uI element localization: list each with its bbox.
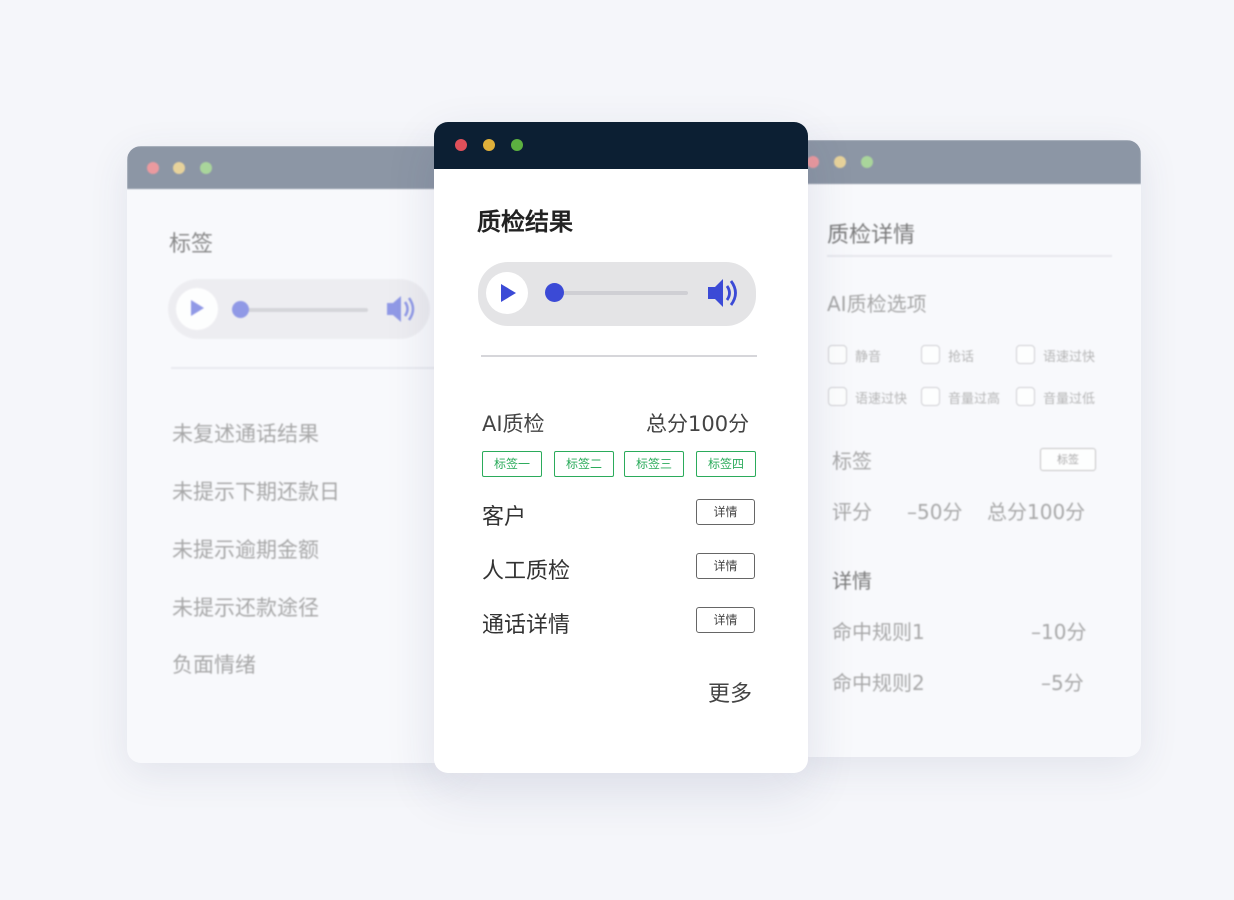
rule-score: –10分 [1031, 620, 1087, 644]
play-icon [191, 300, 204, 316]
play-button[interactable] [486, 272, 528, 314]
tag-label: 标签 [832, 449, 872, 473]
checkbox-icon[interactable] [1016, 345, 1035, 364]
rule-score: –5分 [1041, 671, 1084, 695]
maximize-dot[interactable] [861, 156, 873, 168]
option-label: 语速过快 [855, 392, 908, 407]
center-window-title: 质检结果 [477, 208, 573, 236]
minimize-dot[interactable] [173, 162, 185, 174]
score-value: –50分 [907, 500, 963, 524]
right-window: 质检详情 AI质检选项 静音 抢话 语速过快 语速过快 音量过高 音量过低 标签… [795, 140, 1141, 757]
tag-button[interactable]: 标签 [1040, 448, 1096, 471]
close-dot[interactable] [455, 139, 467, 151]
row-manual-qc-label: 人工质检 [482, 559, 571, 584]
minimize-dot[interactable] [834, 156, 846, 168]
center-titlebar [434, 122, 808, 169]
right-window-title: 质检详情 [827, 223, 916, 248]
right-titlebar [795, 140, 1141, 184]
volume-icon[interactable] [384, 292, 420, 326]
title-underline [827, 255, 1112, 257]
audio-player [168, 279, 430, 339]
tag-chip[interactable]: 标签二 [554, 451, 614, 477]
divider [481, 355, 757, 357]
score-total: 总分100分 [987, 500, 1086, 524]
row-customer-label: 客户 [482, 505, 527, 530]
center-window: 质检结果 AI质检 总分100分 标签一 标签二 标签三 标签四 客户 详情 人… [434, 122, 808, 773]
list-item: 未提示下期还款日 [172, 480, 340, 504]
total-score: 总分100分 [646, 412, 750, 436]
score-label: 评分 [832, 500, 872, 524]
volume-icon[interactable] [705, 275, 743, 311]
detail-title: 详情 [832, 569, 872, 593]
progress-track[interactable] [553, 291, 688, 295]
checkbox-icon[interactable] [828, 387, 847, 406]
progress-track[interactable] [240, 308, 368, 312]
divider [171, 367, 441, 369]
option-label: 音量过低 [1043, 392, 1096, 407]
list-item: 未提示逾期金额 [172, 538, 319, 562]
maximize-dot[interactable] [200, 162, 212, 174]
more-link[interactable]: 更多 [708, 676, 752, 708]
maximize-dot[interactable] [511, 139, 523, 151]
row-call-detail-label: 通话详情 [482, 613, 571, 638]
list-item: 负面情绪 [172, 653, 256, 677]
option-label: 语速过快 [1043, 350, 1096, 365]
progress-knob[interactable] [232, 301, 249, 318]
checkbox-icon[interactable] [828, 345, 847, 364]
left-titlebar [127, 146, 457, 189]
minimize-dot[interactable] [483, 139, 495, 151]
ai-qc-label: AI质检 [482, 412, 545, 436]
call-detail-button[interactable]: 详情 [696, 607, 755, 633]
tag-chip[interactable]: 标签四 [696, 451, 756, 477]
left-window: 标签 未复述通话结果 未提示下期还款日 未提示逾期金额 未提示还款途径 负面情绪 [127, 146, 457, 763]
left-window-title: 标签 [169, 232, 214, 257]
tag-chip[interactable]: 标签三 [624, 451, 684, 477]
progress-knob[interactable] [545, 283, 564, 302]
list-item: 未提示还款途径 [172, 596, 319, 620]
section-title: AI质检选项 [827, 292, 927, 316]
option-label: 抢话 [948, 350, 975, 365]
checkbox-icon[interactable] [921, 387, 940, 406]
option-label: 静音 [855, 350, 882, 365]
option-label: 音量过高 [948, 392, 1001, 407]
audio-player [478, 262, 756, 326]
tag-chip[interactable]: 标签一 [482, 451, 542, 477]
play-icon [501, 284, 516, 302]
play-button[interactable] [176, 288, 218, 330]
close-dot[interactable] [147, 162, 159, 174]
customer-detail-button[interactable]: 详情 [696, 499, 755, 525]
close-dot[interactable] [807, 156, 819, 168]
manual-qc-detail-button[interactable]: 详情 [696, 553, 755, 579]
checkbox-icon[interactable] [1016, 387, 1035, 406]
list-item: 未复述通话结果 [172, 422, 319, 446]
rule-name: 命中规则1 [832, 620, 925, 644]
checkbox-icon[interactable] [921, 345, 940, 364]
rule-name: 命中规则2 [832, 671, 925, 695]
